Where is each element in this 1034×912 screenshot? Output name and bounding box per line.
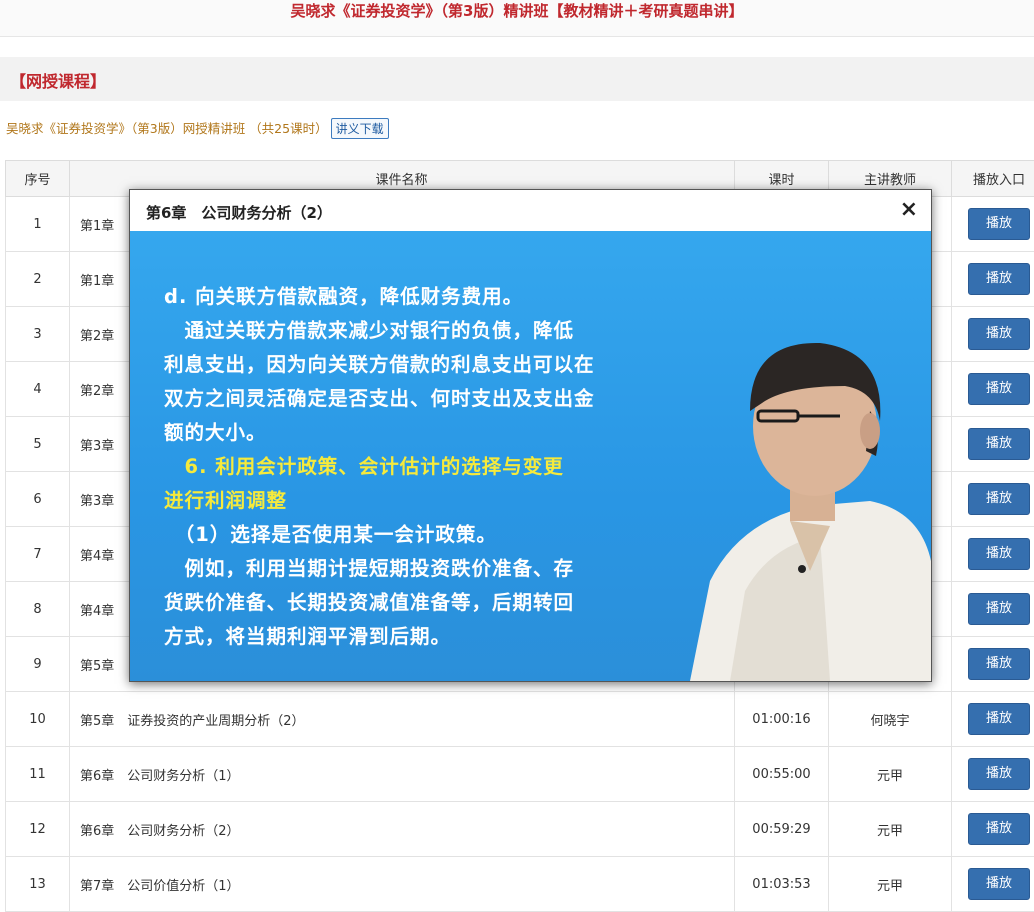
row-title: 证券投资的产业周期分析（2） [127, 714, 304, 729]
row-duration: 00:59:29 [735, 802, 829, 857]
row-chapter: 第2章 [80, 380, 114, 399]
row-chapter: 第5章 [80, 655, 114, 674]
row-chapter: 第3章 [80, 490, 114, 509]
row-play-cell: 播放 [952, 582, 1034, 637]
row-teacher: 元甲 [829, 747, 952, 802]
slide-line: 通过关联方借款来减少对银行的负债，降低 [164, 314, 595, 348]
row-number: 11 [6, 747, 70, 802]
row-number: 6 [6, 472, 70, 527]
row-chapter: 第1章 [80, 215, 114, 234]
play-button[interactable]: 播放 [968, 208, 1030, 240]
row-course-name: 第5章证券投资的产业周期分析（2） [70, 692, 735, 747]
row-play-cell: 播放 [952, 472, 1034, 527]
table-row: 12第6章公司财务分析（2）00:59:29元甲播放 [6, 802, 1034, 857]
row-title: 公司财务分析（2） [127, 824, 239, 839]
row-course-name: 第6章公司财务分析（2） [70, 802, 735, 857]
row-number: 10 [6, 692, 70, 747]
row-play-cell: 播放 [952, 197, 1034, 252]
row-duration: 00:55:00 [735, 747, 829, 802]
row-title: 公司财务分析（1） [127, 769, 239, 784]
play-button[interactable]: 播放 [968, 538, 1030, 570]
slide-text: d. 向关联方借款融资，降低财务费用。 通过关联方借款来减少对银行的负债，降低 … [164, 280, 595, 654]
row-teacher: 元甲 [829, 802, 952, 857]
table-row: 13第7章公司价值分析（1）01:03:53元甲播放 [6, 857, 1034, 912]
row-chapter: 第6章 [80, 820, 114, 839]
header-number: 序号 [6, 161, 70, 197]
row-chapter: 第4章 [80, 600, 114, 619]
slide-line-highlight: 进行利润调整 [164, 484, 595, 518]
row-chapter: 第6章 [80, 765, 114, 784]
row-number: 7 [6, 527, 70, 582]
slide-line: d. 向关联方借款融资，降低财务费用。 [164, 280, 595, 314]
row-play-cell: 播放 [952, 252, 1034, 307]
course-name: 吴晓求《证券投资学》（第3版）网授精讲班 （共25课时） [6, 121, 328, 136]
row-number: 1 [6, 197, 70, 252]
video-modal: 第6章 公司财务分析（2） × d. 向关联方借款融资，降低财务费用。 通过关联… [129, 189, 932, 682]
row-play-cell: 播放 [952, 527, 1034, 582]
modal-title: 第6章 公司财务分析（2） [146, 202, 332, 223]
page-title: 吴晓求《证券投资学》（第3版）精讲班【教材精讲＋考研真题串讲】 [0, 0, 1034, 37]
row-number: 8 [6, 582, 70, 637]
row-chapter: 第4章 [80, 545, 114, 564]
play-button[interactable]: 播放 [968, 593, 1030, 625]
row-chapter: 第1章 [80, 270, 114, 289]
play-button[interactable]: 播放 [968, 373, 1030, 405]
row-play-cell: 播放 [952, 857, 1034, 912]
slide-line: 方式，将当期利润平滑到后期。 [164, 620, 595, 654]
slide-line: （1）选择是否使用某一会计政策。 [164, 518, 595, 552]
row-play-cell: 播放 [952, 307, 1034, 362]
slide-line: 货跌价准备、长期投资减值准备等，后期转回 [164, 586, 595, 620]
row-play-cell: 播放 [952, 417, 1034, 472]
video-player[interactable]: d. 向关联方借款融资，降低财务费用。 通过关联方借款来减少对银行的负债，降低 … [130, 231, 931, 681]
play-button[interactable]: 播放 [968, 758, 1030, 790]
play-button[interactable]: 播放 [968, 703, 1030, 735]
course-line: 吴晓求《证券投资学》（第3版）网授精讲班 （共25课时）讲义下载 [6, 118, 389, 139]
row-number: 3 [6, 307, 70, 362]
row-play-cell: 播放 [952, 802, 1034, 857]
slide-line: 例如，利用当期计提短期投资跌价准备、存 [164, 552, 595, 586]
row-number: 5 [6, 417, 70, 472]
row-duration: 01:00:16 [735, 692, 829, 747]
row-chapter: 第5章 [80, 710, 114, 729]
row-number: 13 [6, 857, 70, 912]
play-button[interactable]: 播放 [968, 868, 1030, 900]
table-row: 11第6章公司财务分析（1）00:55:00元甲播放 [6, 747, 1034, 802]
row-number: 12 [6, 802, 70, 857]
row-teacher: 元甲 [829, 857, 952, 912]
row-play-cell: 播放 [952, 747, 1034, 802]
row-play-cell: 播放 [952, 637, 1034, 692]
presenter-image [670, 331, 931, 681]
section-title: 【网授课程】 [10, 68, 106, 92]
row-course-name: 第7章公司价值分析（1） [70, 857, 735, 912]
slide-line: 利息支出，因为向关联方借款的利息支出可以在 [164, 348, 595, 382]
row-play-cell: 播放 [952, 362, 1034, 417]
slide-line-highlight: 6. 利用会计政策、会计估计的选择与变更 [164, 450, 595, 484]
row-number: 9 [6, 637, 70, 692]
play-button[interactable]: 播放 [968, 648, 1030, 680]
row-chapter: 第3章 [80, 435, 114, 454]
row-chapter: 第2章 [80, 325, 114, 344]
row-title: 公司价值分析（1） [127, 879, 239, 894]
close-icon[interactable]: × [900, 197, 918, 222]
table-row: 10第5章证券投资的产业周期分析（2）01:00:16何晓宇播放 [6, 692, 1034, 747]
play-button[interactable]: 播放 [968, 263, 1030, 295]
row-number: 4 [6, 362, 70, 417]
row-course-name: 第6章公司财务分析（1） [70, 747, 735, 802]
play-button[interactable]: 播放 [968, 813, 1030, 845]
play-button[interactable]: 播放 [968, 483, 1030, 515]
play-button[interactable]: 播放 [968, 318, 1030, 350]
handout-download-button[interactable]: 讲义下载 [331, 118, 389, 139]
section-bar: 【网授课程】 [0, 57, 1034, 101]
row-number: 2 [6, 252, 70, 307]
row-play-cell: 播放 [952, 692, 1034, 747]
row-teacher: 何晓宇 [829, 692, 952, 747]
header-play: 播放入口 [952, 161, 1034, 197]
row-duration: 01:03:53 [735, 857, 829, 912]
play-button[interactable]: 播放 [968, 428, 1030, 460]
slide-line: 额的大小。 [164, 416, 595, 450]
modal-header: 第6章 公司财务分析（2） × [130, 190, 931, 231]
row-chapter: 第7章 [80, 875, 114, 894]
slide-line: 双方之间灵活确定是否支出、何时支出及支出金 [164, 382, 595, 416]
